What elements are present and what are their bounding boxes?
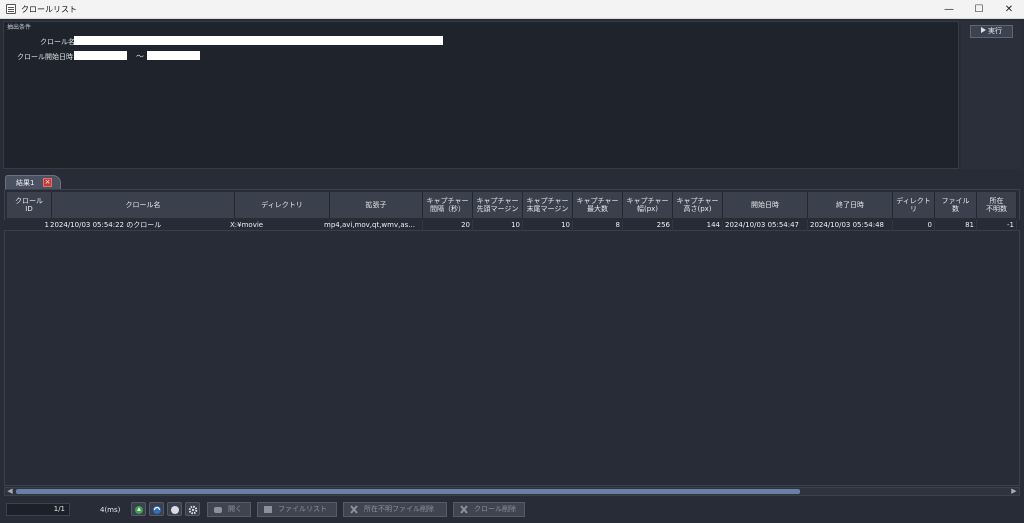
col-header-extension[interactable]: 拡張子	[330, 192, 423, 218]
col-header-capture-tail-margin[interactable]: キャプチャー 末尾マージン	[523, 192, 573, 218]
settings-icon	[188, 505, 198, 515]
page-indicator: 1/1	[6, 503, 70, 516]
run-button-label: 実行	[988, 27, 1002, 35]
cell-width: 256	[623, 220, 673, 231]
stop-icon	[171, 506, 179, 514]
sync-icon	[153, 506, 161, 514]
col-header-crawl-id[interactable]: クロール ID	[7, 192, 52, 218]
file-list-icon	[264, 506, 272, 513]
date-range-separator: 〜	[136, 52, 144, 61]
app-icon	[6, 4, 16, 14]
cell-file-count: 81	[935, 220, 977, 231]
cell-directories: 0	[893, 220, 935, 231]
elapsed-time: 4(ms)	[100, 506, 121, 514]
play-icon	[981, 27, 986, 33]
action-panel	[961, 21, 1021, 169]
stop-button[interactable]	[167, 502, 182, 516]
open-button[interactable]: 開く	[207, 502, 251, 517]
horizontal-scrollbar[interactable]: ◀ ▶	[4, 487, 1020, 496]
cell-end-time: 2024/10/03 05:54:48	[808, 220, 893, 231]
col-header-crawl-name[interactable]: クロール名	[52, 192, 235, 218]
delete-crawl-button[interactable]: クロール削除	[453, 502, 525, 517]
tab-label: 結果1	[16, 179, 35, 187]
col-header-directory[interactable]: ディレクトリ	[235, 192, 330, 218]
sync-button[interactable]	[149, 502, 164, 516]
col-header-directories[interactable]: ディレクト リ	[893, 192, 935, 218]
cell-head-margin: 10	[473, 220, 523, 231]
tab-close-icon[interactable]: ×	[43, 178, 52, 187]
delete-missing-files-button[interactable]: 所在不明ファイル削除	[343, 502, 447, 517]
hand-icon	[214, 507, 222, 513]
col-header-capture-interval[interactable]: キャプチャー 間隔（秒）	[423, 192, 473, 218]
col-header-start-time[interactable]: 開始日時	[723, 192, 808, 218]
maximize-button[interactable]: ☐	[964, 0, 994, 19]
cell-missing-count: -1	[977, 220, 1017, 231]
run-button[interactable]: 実行	[970, 25, 1013, 38]
tab-result-1[interactable]: 結果1 ×	[5, 175, 61, 189]
settings-button[interactable]	[185, 502, 200, 516]
refresh-button[interactable]	[131, 502, 146, 516]
filter-legend: 抽出条件	[7, 24, 32, 31]
cell-tail-margin: 10	[523, 220, 573, 231]
cell-height: 144	[673, 220, 723, 231]
results-grid	[4, 189, 1020, 486]
cell-crawl-name: 2024/10/03 05:54:22 のクロール	[48, 220, 235, 231]
open-button-label: 開く	[228, 505, 242, 513]
col-header-capture-head-margin[interactable]: キャプチャー 先頭マージン	[473, 192, 523, 218]
delete-missing-files-label: 所在不明ファイル削除	[364, 505, 434, 513]
cell-interval: 20	[423, 220, 473, 231]
table-row[interactable]: 1 2024/10/03 05:54:22 のクロール X:¥movie mp4…	[4, 220, 1020, 231]
minimize-button[interactable]: —	[934, 0, 964, 19]
cell-extensions: mp4,avi,mov,qt,wmv,as...	[322, 220, 423, 231]
delete-icon	[460, 505, 468, 514]
crawl-name-label: クロール名	[40, 38, 75, 46]
title-bar: クロールリスト — ☐ ✕	[0, 0, 1024, 19]
scroll-left-icon[interactable]: ◀	[6, 488, 14, 495]
cell-directory: X:¥movie	[228, 220, 330, 231]
scroll-right-icon[interactable]: ▶	[1010, 488, 1018, 495]
cell-start-time: 2024/10/03 05:54:47	[723, 220, 808, 231]
col-header-end-time[interactable]: 終了日時	[808, 192, 893, 218]
close-button[interactable]: ✕	[994, 0, 1024, 19]
file-list-button[interactable]: ファイルリスト	[257, 502, 337, 517]
delete-crawl-label: クロール削除	[474, 505, 516, 513]
col-header-file-count[interactable]: ファイル 数	[935, 192, 977, 218]
crawl-start-label: クロール開始日時	[17, 53, 73, 61]
col-header-missing-count[interactable]: 所在 不明数	[977, 192, 1017, 218]
start-date-to-input[interactable]	[147, 51, 200, 60]
cell-max-count: 8	[573, 220, 623, 231]
delete-icon	[350, 505, 358, 514]
window-title: クロールリスト	[21, 5, 77, 14]
start-date-from-input[interactable]	[74, 51, 127, 60]
col-header-capture-height[interactable]: キャプチャー 高さ(px)	[673, 192, 723, 218]
file-list-button-label: ファイルリスト	[278, 505, 327, 513]
refresh-icon	[135, 506, 143, 514]
scrollbar-thumb[interactable]	[16, 489, 800, 494]
col-header-capture-max[interactable]: キャプチャー 最大数	[573, 192, 623, 218]
col-header-capture-width[interactable]: キャプチャー 幅(px)	[623, 192, 673, 218]
cell-crawl-id: 1	[7, 220, 52, 231]
crawl-name-input[interactable]	[74, 36, 443, 45]
